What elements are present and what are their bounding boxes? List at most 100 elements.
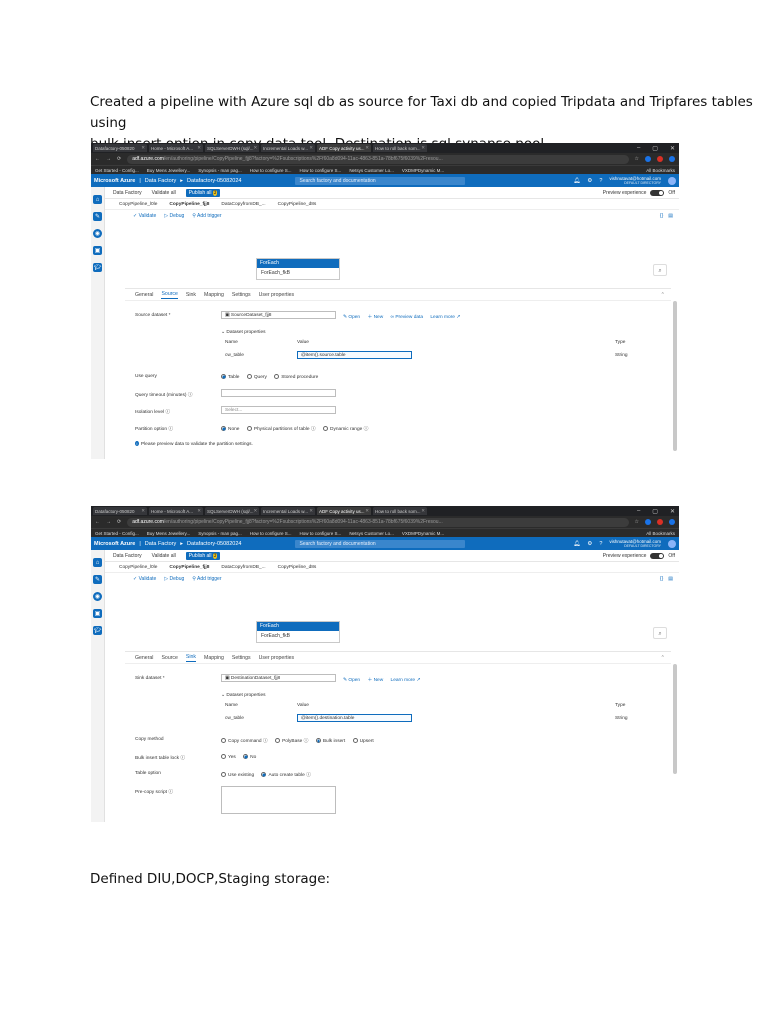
bookmark[interactable]: Get Started - Config...	[95, 531, 139, 536]
isolation-level-select[interactable]: Select...	[221, 406, 336, 414]
radio-copy-command[interactable]: Copy command ⓘ	[221, 738, 268, 744]
browser-tab[interactable]: SQLServerDWH (sql/... ✕	[205, 507, 259, 515]
bookmark[interactable]: How to configure S...	[300, 168, 342, 173]
reload-icon[interactable]: ⟳	[117, 156, 121, 162]
breadcrumb-instance[interactable]: Datafactory-05082024	[187, 541, 241, 547]
notifications-icon[interactable]: 🔔︎	[573, 178, 580, 184]
data-factory-menu[interactable]: Data Factory	[113, 553, 142, 559]
breadcrumb-factory[interactable]: Data Factory	[145, 541, 176, 547]
bookmark[interactable]: Buy Mens Jewellery...	[147, 531, 190, 536]
prop-value-input[interactable]: @item().source.table	[297, 351, 412, 359]
browser-tab-active[interactable]: ADF Copy activity us... ✕	[317, 144, 371, 152]
forward-icon[interactable]: →	[106, 519, 111, 525]
star-icon[interactable]: ☆	[635, 156, 639, 162]
browser-tab[interactable]: Datafactory-050820 ✕	[93, 144, 147, 152]
publish-all-button[interactable]: Publish all 3	[185, 551, 221, 560]
sink-dataset-select[interactable]: ▣ DestinationDataset_fjj8	[221, 674, 336, 682]
bookmark[interactable]: Netsys Customer Lo...	[349, 168, 394, 173]
browser-tab[interactable]: Incremental Loads w... ✕	[261, 144, 315, 152]
settings-icon[interactable]: ⚙	[587, 541, 592, 547]
validate-button[interactable]: ✓ Validate	[133, 576, 156, 582]
breadcrumb-instance[interactable]: Datafactory-05082024	[187, 178, 241, 184]
pipeline-tab[interactable]: DataCopyfromDB_...	[221, 202, 265, 207]
radio-no[interactable]: No	[243, 754, 256, 760]
tab-user-properties[interactable]: User properties	[259, 292, 294, 298]
back-icon[interactable]: ←	[95, 156, 100, 162]
precopy-script-input[interactable]	[221, 786, 336, 814]
preview-toggle[interactable]	[650, 552, 665, 559]
bookmark[interactable]: How to configure S...	[300, 531, 342, 536]
window-controls[interactable]: – ▢ ✕	[637, 145, 679, 152]
new-button[interactable]: ＋ New	[367, 678, 383, 683]
bookmark[interactable]: Get Started - Config...	[95, 168, 139, 173]
bookmark[interactable]: How to configure S...	[250, 531, 292, 536]
browser-tab[interactable]: Datafactory-050820 ✕	[93, 507, 147, 515]
home-icon[interactable]: ⌂	[93, 195, 102, 204]
pipeline-tab[interactable]: CopyPipeline_l0le	[119, 565, 157, 570]
open-button[interactable]: ✎ Open	[343, 678, 360, 683]
extension-icon[interactable]	[645, 519, 651, 525]
author-icon[interactable]: ✎	[93, 575, 102, 584]
prop-value-input[interactable]: @item().destination.table	[297, 714, 412, 722]
profile-icon[interactable]	[669, 156, 675, 162]
radio-stored-procedure[interactable]: Stored procedure	[274, 374, 318, 380]
learn-icon[interactable]: 🎓︎	[93, 626, 102, 635]
validate-button[interactable]: ✓ Validate	[133, 213, 156, 219]
window-controls[interactable]: – ▢ ✕	[637, 508, 679, 515]
validate-all-button[interactable]: Validate all	[152, 190, 176, 196]
preview-toggle[interactable]	[650, 189, 665, 196]
new-button[interactable]: ＋ New	[367, 315, 383, 320]
add-trigger-button[interactable]: ⚲ Add trigger	[192, 576, 221, 582]
browser-tab[interactable]: How to roll back som... ✕	[373, 144, 427, 152]
manage-icon[interactable]: ▣	[93, 246, 102, 255]
extension-icon[interactable]	[657, 156, 663, 162]
forward-icon[interactable]: →	[106, 156, 111, 162]
tab-general[interactable]: General	[135, 655, 153, 661]
pipeline-tab-active[interactable]: CopyPipeline_fjj8	[169, 202, 209, 207]
all-bookmarks[interactable]: All Bookmarks	[646, 531, 675, 536]
radio-none[interactable]: None	[221, 426, 239, 432]
radio-yes[interactable]: Yes	[221, 754, 236, 760]
collapse-icon[interactable]: ⌃	[661, 292, 671, 298]
learn-more-link[interactable]: Learn more ↗	[391, 678, 421, 683]
azure-brand[interactable]: Microsoft Azure	[94, 178, 135, 184]
radio-polybase[interactable]: PolyBase ⓘ	[275, 738, 308, 744]
bookmark[interactable]: How to configure S...	[250, 168, 292, 173]
radio-dynamic-range[interactable]: Dynamic range ⓘ	[323, 426, 368, 432]
user-info[interactable]: vishnutavat@hotmail.com DEFAULT DIRECTORY	[609, 539, 661, 549]
browser-tab[interactable]: Incremental Loads w... ✕	[261, 507, 315, 515]
learn-icon[interactable]: 🎓︎	[93, 263, 102, 272]
avatar[interactable]	[668, 539, 676, 548]
radio-physical-partitions[interactable]: Physical partitions of table ⓘ	[246, 426, 316, 432]
all-bookmarks[interactable]: All Bookmarks	[646, 168, 675, 173]
help-icon[interactable]: ?	[599, 541, 602, 547]
debug-button[interactable]: ▷ Debug	[164, 576, 184, 582]
browser-tab[interactable]: SQLServerDWH (sql/... ✕	[205, 144, 259, 152]
query-timeout-input[interactable]	[221, 389, 336, 397]
tab-source[interactable]: Source	[161, 655, 177, 661]
tab-user-properties[interactable]: User properties	[259, 655, 294, 661]
bookmark[interactable]: Synopsis - man pag...	[198, 168, 242, 173]
reload-icon[interactable]: ⟳	[117, 519, 121, 525]
bookmark[interactable]: Buy Mens Jewellery...	[147, 168, 190, 173]
star-icon[interactable]: ☆	[635, 519, 639, 525]
factory-search-input[interactable]: Search factory and documentation	[295, 539, 466, 548]
home-icon[interactable]: ⌂	[93, 558, 102, 567]
bookmark[interactable]: Netsys Customer Lo...	[349, 531, 394, 536]
radio-auto-create[interactable]: Auto create table ⓘ	[261, 772, 311, 778]
canvas-search-icon[interactable]: ⌕	[653, 264, 667, 276]
pipeline-tab-active[interactable]: CopyPipeline_fjj8	[169, 565, 209, 570]
radio-query[interactable]: Query	[246, 374, 267, 380]
tab-mapping[interactable]: Mapping	[204, 655, 224, 661]
tab-settings[interactable]: Settings	[232, 292, 251, 298]
publish-all-button[interactable]: Publish all 3	[185, 188, 221, 197]
pipeline-tab[interactable]: CopyPipeline_d8s	[278, 565, 317, 570]
bookmark[interactable]: VXDMPDynamic M...	[402, 531, 444, 536]
factory-search-input[interactable]: Search factory and documentation	[295, 176, 466, 185]
collapse-icon[interactable]: ⌃	[661, 655, 671, 661]
tab-source[interactable]: Source	[161, 291, 178, 299]
debug-button[interactable]: ▷ Debug	[164, 213, 184, 219]
browser-tab[interactable]: Home - Microsoft A... ✕	[149, 144, 203, 152]
monitor-icon[interactable]: ◉	[93, 229, 102, 238]
pipeline-tab[interactable]: DataCopyfromDB_...	[221, 565, 265, 570]
